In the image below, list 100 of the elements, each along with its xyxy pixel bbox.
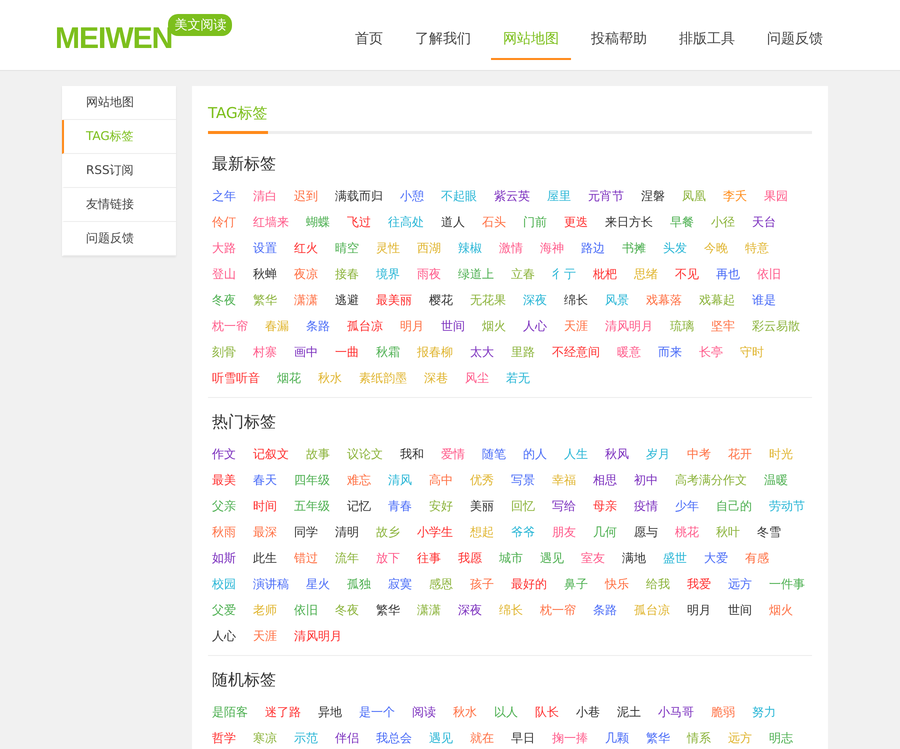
tag-link[interactable]: 设置 [253, 235, 277, 261]
tag-link[interactable]: 议论文 [347, 441, 383, 467]
tag-link[interactable]: 繁华 [646, 725, 670, 749]
tag-link[interactable]: 阅读 [412, 699, 436, 725]
tag-link[interactable]: 少年 [675, 493, 699, 519]
tag-link[interactable]: 城市 [499, 545, 523, 571]
tag-link[interactable]: 最美丽 [376, 287, 412, 313]
tag-link[interactable]: 最美 [212, 467, 236, 493]
tag-link[interactable]: 回忆 [511, 493, 535, 519]
tag-link[interactable]: 满地 [622, 545, 646, 571]
tag-link[interactable]: 素纸韵墨 [359, 365, 407, 391]
tag-link[interactable]: 清白 [253, 183, 277, 209]
tag-link[interactable]: 哲学 [212, 725, 236, 749]
tag-link[interactable]: 思绪 [634, 261, 658, 287]
tag-link[interactable]: 枇杷 [593, 261, 617, 287]
nav-link[interactable]: 首页 [343, 10, 395, 60]
tag-link[interactable]: 长亭 [699, 339, 723, 365]
tag-link[interactable]: 有感 [745, 545, 769, 571]
tag-link[interactable]: 秋蝉 [253, 261, 277, 287]
tag-link[interactable]: 守时 [740, 339, 764, 365]
tag-link[interactable]: 深夜 [523, 287, 547, 313]
tag-link[interactable]: 不经意间 [552, 339, 600, 365]
tag-link[interactable]: 如斯 [212, 545, 236, 571]
tag-link[interactable]: 明月 [400, 313, 424, 339]
tag-link[interactable]: 我总会 [376, 725, 412, 749]
tag-link[interactable]: 暖意 [617, 339, 641, 365]
tag-link[interactable]: 遇见 [540, 545, 564, 571]
tag-link[interactable]: 情系 [687, 725, 711, 749]
tag-link[interactable]: 愿与 [634, 519, 658, 545]
sidebar-item[interactable]: 网站地图 [62, 86, 176, 120]
tag-link[interactable]: 书摊 [622, 235, 646, 261]
tag-link[interactable]: 绿道上 [458, 261, 494, 287]
tag-link[interactable]: 再也 [716, 261, 740, 287]
tag-link[interactable]: 天涯 [253, 623, 277, 649]
tag-link[interactable]: 故事 [306, 441, 330, 467]
tag-link[interactable]: 烟火 [482, 313, 506, 339]
tag-link[interactable]: 风尘 [465, 365, 489, 391]
tag-link[interactable]: 辣椒 [458, 235, 482, 261]
tag-link[interactable]: 红火 [294, 235, 318, 261]
tag-link[interactable]: 而来 [658, 339, 682, 365]
sidebar-item[interactable]: RSS订阅 [62, 154, 176, 188]
tag-link[interactable]: 李夭 [723, 183, 747, 209]
tag-link[interactable]: 迷了路 [265, 699, 301, 725]
tag-link[interactable]: 往高处 [388, 209, 424, 235]
tag-link[interactable]: 条路 [306, 313, 330, 339]
tag-link[interactable]: 四年级 [294, 467, 330, 493]
tag-link[interactable]: 元宵节 [588, 183, 624, 209]
tag-link[interactable]: 人心 [523, 313, 547, 339]
tag-link[interactable]: 门前 [523, 209, 547, 235]
tag-link[interactable]: 寂寞 [388, 571, 412, 597]
tag-link[interactable]: 流年 [335, 545, 359, 571]
tag-link[interactable]: 坚牢 [711, 313, 735, 339]
tag-link[interactable]: 同学 [294, 519, 318, 545]
tag-link[interactable]: 秋霜 [376, 339, 400, 365]
tag-link[interactable]: 时间 [253, 493, 277, 519]
tag-link[interactable]: 掬一捧 [552, 725, 588, 749]
tag-link[interactable]: 境界 [376, 261, 400, 287]
tag-link[interactable]: 登山 [212, 261, 236, 287]
tag-link[interactable]: 繁华 [376, 597, 400, 623]
tag-link[interactable]: 伶仃 [212, 209, 236, 235]
tag-link[interactable]: 记叙文 [253, 441, 289, 467]
tag-link[interactable]: 彳亍 [552, 261, 576, 287]
tag-link[interactable]: 雨夜 [417, 261, 441, 287]
tag-link[interactable]: 鼻子 [564, 571, 588, 597]
tag-link[interactable]: 石头 [482, 209, 506, 235]
tag-link[interactable]: 青春 [388, 493, 412, 519]
tag-link[interactable]: 给我 [646, 571, 670, 597]
tag-link[interactable]: 屋里 [547, 183, 571, 209]
tag-link[interactable]: 冬雪 [757, 519, 781, 545]
tag-link[interactable]: 高中 [429, 467, 453, 493]
tag-link[interactable]: 大爱 [704, 545, 728, 571]
tag-link[interactable]: 室友 [581, 545, 605, 571]
tag-link[interactable]: 清风明月 [294, 623, 342, 649]
tag-link[interactable]: 春天 [253, 467, 277, 493]
tag-link[interactable]: 泥土 [617, 699, 641, 725]
tag-link[interactable]: 枕一帘 [540, 597, 576, 623]
tag-link[interactable]: 小憩 [400, 183, 424, 209]
nav-link[interactable]: 了解我们 [403, 10, 483, 60]
tag-link[interactable]: 大路 [212, 235, 236, 261]
tag-link[interactable]: 今晚 [704, 235, 728, 261]
tag-link[interactable]: 繁华 [253, 287, 277, 313]
tag-link[interactable]: 高考满分作文 [675, 467, 747, 493]
tag-link[interactable]: 飞过 [347, 209, 371, 235]
tag-link[interactable]: 爱情 [441, 441, 465, 467]
tag-link[interactable]: 秋水 [318, 365, 342, 391]
tag-link[interactable]: 优秀 [470, 467, 494, 493]
tag-link[interactable]: 示范 [294, 725, 318, 749]
tag-link[interactable]: 谁是 [752, 287, 776, 313]
tag-link[interactable]: 天涯 [564, 313, 588, 339]
tag-link[interactable]: 太大 [470, 339, 494, 365]
tag-link[interactable]: 几颗 [605, 725, 629, 749]
tag-link[interactable]: 绵长 [499, 597, 523, 623]
tag-link[interactable]: 几何 [593, 519, 617, 545]
tag-link[interactable]: 人心 [212, 623, 236, 649]
tag-link[interactable]: 星火 [306, 571, 330, 597]
tag-link[interactable]: 难忘 [347, 467, 371, 493]
tag-link[interactable]: 明志 [769, 725, 793, 749]
tag-link[interactable]: 春漏 [265, 313, 289, 339]
tag-link[interactable]: 一件事 [769, 571, 805, 597]
tag-link[interactable]: 校园 [212, 571, 236, 597]
